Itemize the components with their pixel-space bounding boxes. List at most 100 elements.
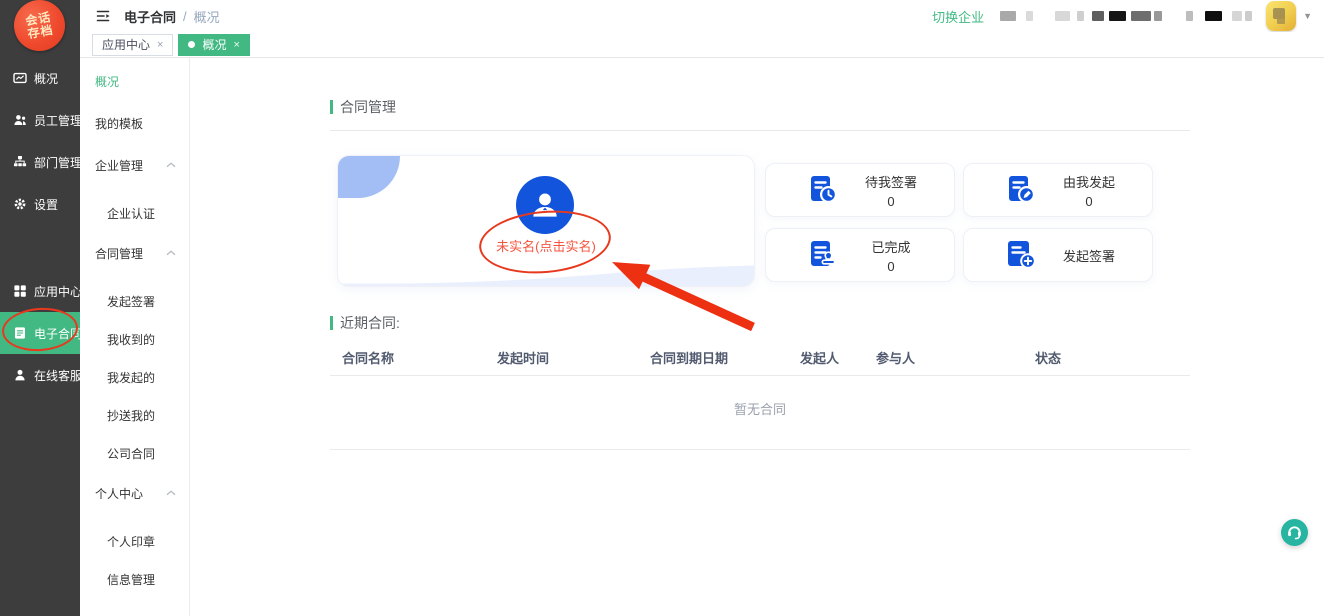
realname-link[interactable]: 未实名(点击实名) <box>338 236 754 255</box>
sidebar-item-label: 合同管理 <box>95 245 143 262</box>
stat-count: 0 <box>1085 194 1092 209</box>
rail-item-1[interactable]: 员工管理 <box>0 99 80 141</box>
stat-text: 由我发起0 <box>1046 172 1132 209</box>
redacted-block <box>1026 11 1033 21</box>
chevron-up-icon[interactable] <box>166 162 176 168</box>
redacted-block <box>1186 11 1193 21</box>
stat-card-1[interactable]: 由我发起0 <box>963 163 1153 217</box>
collapse-menu-icon[interactable] <box>95 8 111 24</box>
sidebar-item-label: 抄送我的 <box>107 407 155 424</box>
sidebar-item-4[interactable]: 合同管理 <box>80 232 189 274</box>
redacted-block <box>1055 11 1070 21</box>
switch-company-link[interactable]: 切换企业 <box>932 7 984 26</box>
stat-count: 0 <box>887 194 894 209</box>
sidebar-item-label: 我收到的 <box>107 331 155 348</box>
rail-item-label: 在线客服 <box>34 367 82 384</box>
sidebar-item-5[interactable]: 发起签署 <box>80 282 189 320</box>
top-bar: 电子合同 / 概况 切换企业 ▼ <box>80 0 1324 32</box>
sidebar-item-label: 公司合同 <box>107 445 155 462</box>
sidebar-item-label: 我的模板 <box>95 115 143 132</box>
sidebar-item-8[interactable]: 抄送我的 <box>80 396 189 434</box>
app-logo: 会话 存档 <box>10 0 69 55</box>
stat-card-0[interactable]: 待我签署 0 <box>765 163 955 217</box>
sidebar-item-6[interactable]: 我收到的 <box>80 320 189 358</box>
stat-label: 待我签署 <box>865 172 917 191</box>
department-icon <box>13 155 27 169</box>
stat-label: 发起签署 <box>1063 246 1115 265</box>
chevron-up-icon[interactable] <box>166 250 176 256</box>
stat-card-3[interactable]: 发起签署 <box>963 228 1153 282</box>
tab-overview[interactable]: 概况 × <box>178 34 249 56</box>
recent-contracts-table: 合同名称发起时间合同到期日期发起人参与人状态 暂无合同 <box>330 348 1190 450</box>
logo-text-line2: 存档 <box>27 23 55 40</box>
active-tab-dot <box>188 41 195 48</box>
sidebar-item-0[interactable]: 概况 <box>80 60 189 102</box>
overview-icon <box>13 71 27 85</box>
sidebar-item-3[interactable]: 企业认证 <box>80 194 189 232</box>
stat-card-2[interactable]: 已完成 0 <box>765 228 955 282</box>
divider <box>330 449 1190 450</box>
redacted-block <box>1077 11 1084 21</box>
redacted-block <box>1245 11 1252 21</box>
redacted-block <box>1092 11 1104 21</box>
rail-item-label: 设置 <box>34 196 58 213</box>
section-title-recent-contracts: 近期合同: <box>330 313 400 333</box>
avatar[interactable] <box>1266 1 1296 31</box>
column-header-5: 状态 <box>1035 348 1190 367</box>
rail-item-2[interactable]: 部门管理 <box>0 141 80 183</box>
sidebar-item-1[interactable]: 我的模板 <box>80 102 189 144</box>
sidebar-item-label: 我发起的 <box>107 369 155 386</box>
rail-item-0[interactable]: 概况 <box>0 57 80 99</box>
rail-item-label: 应用中心 <box>34 283 82 300</box>
chevron-down-icon[interactable]: ▼ <box>1303 11 1312 21</box>
sidebar-item-label: 发起签署 <box>107 293 155 310</box>
column-header-3: 发起人 <box>800 348 876 367</box>
breadcrumb-root[interactable]: 电子合同 <box>124 7 176 26</box>
rail-item-5[interactable]: 电子合同 <box>0 312 80 354</box>
rail-item-4[interactable]: 应用中心 <box>0 270 80 312</box>
stat-text: 已完成 0 <box>848 237 934 274</box>
realname-status-card: 未实名(点击实名) <box>337 155 755 287</box>
column-header-4: 参与人 <box>876 348 1035 367</box>
sidebar-item-label: 概况 <box>95 73 119 90</box>
redacted-account-text <box>1000 11 1258 21</box>
sidebar-item-label: 企业认证 <box>107 205 155 222</box>
rail-item-6[interactable]: 在线客服 <box>0 354 80 396</box>
apps-icon <box>13 284 27 298</box>
column-header-0: 合同名称 <box>342 348 497 367</box>
stat-count: 0 <box>887 259 894 274</box>
sidebar-item-2[interactable]: 企业管理 <box>80 144 189 186</box>
stat-text: 发起签署 <box>1046 246 1132 265</box>
divider <box>330 130 1190 131</box>
redacted-block <box>1154 11 1162 21</box>
chevron-up-icon[interactable] <box>166 490 176 496</box>
stat-label: 已完成 <box>871 237 910 256</box>
sidebar-item-label: 信息管理 <box>107 571 155 588</box>
close-icon[interactable]: × <box>157 39 163 51</box>
table-header-row: 合同名称发起时间合同到期日期发起人参与人状态 <box>330 348 1190 366</box>
breadcrumb-current: 概况 <box>194 7 220 26</box>
staff-icon <box>13 113 27 127</box>
headset-icon <box>1286 524 1303 541</box>
doc-plus-icon <box>1002 237 1038 273</box>
tab-app-center[interactable]: 应用中心 × <box>92 34 173 56</box>
card-decoration-wave <box>338 260 754 286</box>
sidebar-item-12[interactable]: 信息管理 <box>80 560 189 598</box>
rail-item-label: 概况 <box>34 70 58 87</box>
sidebar-item-7[interactable]: 我发起的 <box>80 358 189 396</box>
customer-service-button[interactable] <box>1281 519 1308 546</box>
close-icon[interactable]: × <box>233 39 239 51</box>
rail-item-label: 员工管理 <box>34 112 82 129</box>
main-content: 合同管理 未实名(点击实名) 待我签署0由我发起0已完成0发起签署 近期合同: … <box>190 58 1324 616</box>
section-title-contract-management: 合同管理 <box>330 97 396 117</box>
card-decoration-blob <box>338 156 400 198</box>
sidebar-item-11[interactable]: 个人印章 <box>80 522 189 560</box>
tabs-bar: 应用中心 × 概况 × <box>80 32 1324 58</box>
doc-stamp-icon <box>804 237 840 273</box>
topbar-right: 切换企业 ▼ <box>932 0 1312 32</box>
sidebar-item-10[interactable]: 个人中心 <box>80 472 189 514</box>
sidebar-item-9[interactable]: 公司合同 <box>80 434 189 472</box>
user-avatar-icon[interactable] <box>516 176 574 234</box>
rail-item-3[interactable]: 设置 <box>0 183 80 225</box>
sidebar-item-label: 个人中心 <box>95 485 143 502</box>
